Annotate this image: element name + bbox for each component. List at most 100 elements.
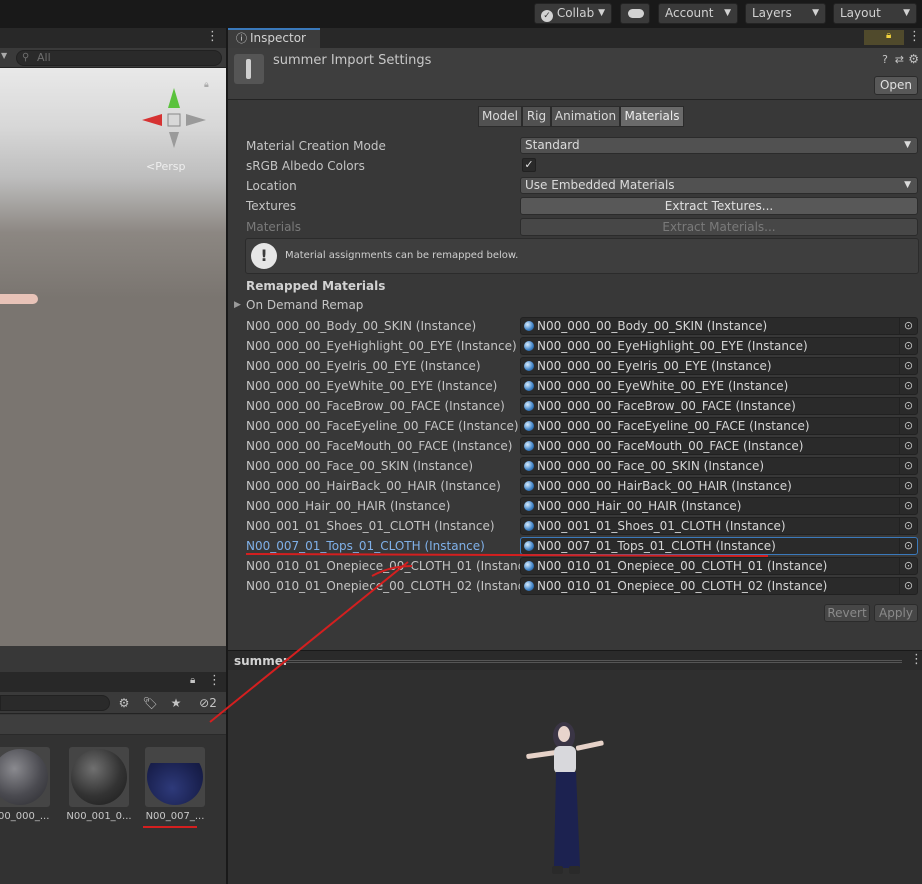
asset-label[interactable]: N00_007_... [140,811,210,822]
material-object-field[interactable]: N00_000_00_EyeWhite_00_EYE (Instance) ⊙ [520,377,918,395]
material-object-value: N00_000_00_Face_00_SKIN (Instance) [537,459,765,473]
more-options-icon[interactable]: ⋮ [206,29,219,44]
material-object-field[interactable]: N00_000_00_FaceEyeline_00_FACE (Instance… [520,417,918,435]
preset-icon[interactable]: ⇄ [895,53,904,66]
asset-label[interactable]: N00_000_... [0,811,55,822]
material-object-field[interactable]: N00_000_Hair_00_HAIR (Instance) ⊙ [520,497,918,515]
character-preview [526,722,604,874]
preview-title: summer [234,654,289,668]
help-icon[interactable]: ? [882,53,888,66]
material-object-value: N00_007_01_Tops_01_CLOTH (Instance) [537,539,776,553]
filter-by-type-icon[interactable]: ⚙ [114,694,134,712]
location-dropdown[interactable]: Use Embedded Materials ▼ [520,177,918,194]
object-picker-icon[interactable]: ⊙ [899,578,917,594]
material-object-field[interactable]: N00_010_01_Onepiece_00_CLOTH_01 (Instanc… [520,557,918,575]
on-demand-remap-foldout[interactable]: On Demand Remap [246,298,363,312]
model-preview[interactable] [228,670,922,884]
scene-viewport[interactable]: 🔒︎ <Persp [0,68,226,646]
material-object-field[interactable]: N00_000_00_Body_00_SKIN (Instance) ⊙ [520,317,918,335]
remap-source-label: N00_000_00_FaceBrow_00_FACE (Instance) [246,399,505,413]
tab-rig[interactable]: Rig [522,106,551,127]
layers-button[interactable]: Layers ▼ [745,3,826,24]
preview-header[interactable]: summer ⋮ [228,650,922,670]
lock-icon[interactable]: 🔒︎ [204,80,209,90]
asset-thumbnail[interactable] [69,747,129,807]
filter-by-label-icon[interactable]: 🏷︎ [140,694,160,712]
tab-model[interactable]: Model [478,106,522,127]
object-picker-icon[interactable]: ⊙ [899,378,917,394]
account-button[interactable]: Account ▼ [658,3,738,24]
remap-source-label: N00_007_01_Tops_01_CLOTH (Instance) [246,539,485,553]
object-picker-icon[interactable]: ⊙ [899,418,917,434]
info-helpbox: ! Material assignments can be remapped b… [245,238,919,274]
lock-icon[interactable]: 🔒︎ [190,675,195,686]
persp-label[interactable]: <Persp [146,160,185,173]
object-picker-icon[interactable]: ⊙ [899,318,917,334]
more-options-icon[interactable]: ⋮ [910,652,922,667]
revert-button[interactable]: Revert [824,604,870,622]
material-object-field[interactable]: N00_000_00_HairBack_00_HAIR (Instance) ⊙ [520,477,918,495]
lock-button[interactable]: 🔒︎ [864,30,904,45]
chevron-down-icon[interactable]: ▼ [1,51,7,60]
object-picker-icon[interactable]: ⊙ [899,338,917,354]
object-picker-icon[interactable]: ⊙ [899,498,917,514]
material-object-field[interactable]: N00_000_00_Face_00_SKIN (Instance) ⊙ [520,457,918,475]
foldout-arrow-icon[interactable]: ▶ [234,300,241,310]
material-object-value: N00_000_00_EyeWhite_00_EYE (Instance) [537,379,789,393]
more-options-icon[interactable]: ⋮ [908,29,921,44]
drag-handle[interactable] [284,660,902,663]
object-picker-icon[interactable]: ⊙ [899,538,917,554]
extract-materials-button[interactable]: Extract Materials... [520,218,918,236]
tab-inspector[interactable]: ⓘ Inspector [228,28,320,48]
extract-textures-button[interactable]: Extract Textures... [520,197,918,215]
orientation-gizmo[interactable] [142,88,206,152]
material-icon [524,501,534,511]
remap-row: N00_000_00_FaceEyeline_00_FACE (Instance… [228,416,922,436]
remap-source-label: N00_000_00_FaceMouth_00_FACE (Instance) [246,439,513,453]
material-object-field[interactable]: N00_000_00_FaceBrow_00_FACE (Instance) ⊙ [520,397,918,415]
layout-button[interactable]: Layout ▼ [833,3,917,24]
object-picker-icon[interactable]: ⊙ [899,458,917,474]
material-object-field[interactable]: N00_000_00_EyeIris_00_EYE (Instance) ⊙ [520,357,918,375]
object-picker-icon[interactable]: ⊙ [899,438,917,454]
inspector-tab-label: Inspector [250,31,306,45]
material-object-field[interactable]: N00_000_00_EyeHighlight_00_EYE (Instance… [520,337,918,355]
material-object-field[interactable]: N00_000_00_FaceMouth_00_FACE (Instance) ⊙ [520,437,918,455]
material-object-field[interactable]: N00_001_01_Shoes_01_CLOTH (Instance) ⊙ [520,517,918,535]
srgb-checkbox[interactable]: ✓ [522,158,536,172]
project-search-input[interactable] [0,695,110,711]
material-sphere [147,763,203,805]
open-button[interactable]: Open [874,76,918,95]
chevron-down-icon: ▼ [598,8,605,18]
scene-search-input[interactable]: ⚲ All [16,50,222,66]
material-icon [524,421,534,431]
asset-label[interactable]: N00_001_0... [64,811,134,822]
left-shoe [552,866,563,874]
object-picker-icon[interactable]: ⊙ [899,398,917,414]
material-object-field[interactable]: N00_010_01_Onepiece_00_CLOTH_02 (Instanc… [520,577,918,595]
material-object-value: N00_000_00_FaceEyeline_00_FACE (Instance… [537,419,810,433]
hidden-count: 2 [209,696,217,710]
material-object-field[interactable]: N00_007_01_Tops_01_CLOTH (Instance) ⊙ [520,537,918,555]
tab-animation[interactable]: Animation [551,106,620,127]
asset-thumbnail[interactable] [145,747,205,807]
remap-source-label: N00_001_01_Shoes_01_CLOTH (Instance) [246,519,495,533]
remap-row: N00_001_01_Shoes_01_CLOTH (Instance) N00_… [228,516,922,536]
object-picker-icon[interactable]: ⊙ [899,518,917,534]
object-picker-icon[interactable]: ⊙ [899,478,917,494]
gear-icon[interactable]: ⚙ [908,52,919,66]
tab-materials[interactable]: Materials [620,106,684,127]
dropdown-value: Use Embedded Materials [525,178,675,192]
asset-thumbnail[interactable] [0,747,50,807]
object-picker-icon[interactable]: ⊙ [899,558,917,574]
material-creation-mode-dropdown[interactable]: Standard ▼ [520,137,918,154]
collab-button[interactable]: ✓ Collab ▼ [534,3,612,24]
favorite-star-icon[interactable]: ★ [166,694,186,712]
object-picker-icon[interactable]: ⊙ [899,358,917,374]
hidden-packages-button[interactable]: ⊘2 [192,694,224,712]
project-toolbar: ⚙ 🏷︎ ★ ⊘2 [0,692,226,714]
remap-source-label: N00_000_00_HairBack_00_HAIR (Instance) [246,479,501,493]
apply-button[interactable]: Apply [874,604,918,622]
more-options-icon[interactable]: ⋮ [208,673,221,688]
cloud-button[interactable] [620,3,650,24]
